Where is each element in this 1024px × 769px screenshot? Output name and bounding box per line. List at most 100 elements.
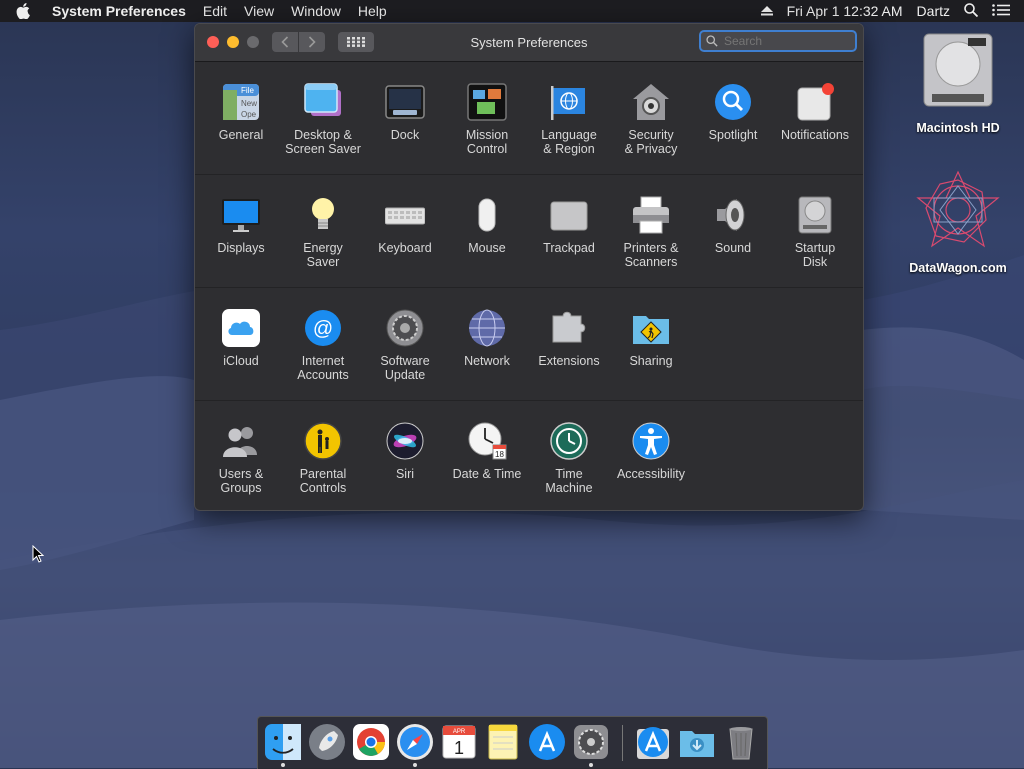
pref-trackpad[interactable]: Trackpad	[528, 195, 610, 255]
hard-drive-icon	[923, 33, 993, 107]
pref-icloud[interactable]: iCloud	[200, 308, 282, 368]
prefs-section-personal: File New Ope General Desktop & Screen Sa…	[195, 62, 863, 175]
prefs-section-internet: iCloud @ Internet Accounts Software Upda…	[195, 288, 863, 401]
desktop-icon-macintosh-hd[interactable]: Macintosh HD	[903, 32, 1013, 135]
desktop-icon	[304, 83, 341, 116]
dock-safari[interactable]	[396, 723, 434, 767]
svg-text:1: 1	[454, 738, 464, 758]
pref-language-region[interactable]: Language & Region	[528, 82, 610, 156]
general-icon: File New Ope	[223, 84, 259, 120]
pref-parental-controls[interactable]: Parental Controls	[282, 421, 364, 495]
desktop-icon-datawagon[interactable]: DataWagon.com	[903, 168, 1013, 275]
cloud-icon	[222, 309, 260, 347]
dock-trash[interactable]	[722, 723, 760, 761]
house-lock-icon	[633, 84, 669, 120]
menu-window[interactable]: Window	[291, 3, 341, 19]
pref-spotlight[interactable]: Spotlight	[692, 82, 774, 142]
folder-sign-icon	[633, 316, 669, 344]
parent-child-icon	[304, 422, 342, 460]
search-field[interactable]	[699, 30, 857, 52]
apple-menu-icon[interactable]	[16, 3, 38, 19]
pref-sound[interactable]: Sound	[692, 195, 774, 255]
pref-energy-saver[interactable]: Energy Saver	[282, 195, 364, 269]
notes-icon	[488, 724, 518, 760]
menu-user[interactable]: Dartz	[917, 3, 950, 19]
eject-icon[interactable]	[760, 3, 773, 19]
svg-text:18: 18	[495, 450, 504, 459]
pref-general[interactable]: File New Ope General	[200, 82, 282, 142]
siri-icon	[386, 422, 424, 460]
menu-bar: System Preferences Edit View Window Help…	[0, 0, 1024, 22]
prefs-section-system: Users & Groups Parental Controls Siri 18…	[195, 401, 863, 510]
pref-users-groups[interactable]: Users & Groups	[200, 421, 282, 495]
pref-date-time[interactable]: 18 Date & Time	[446, 421, 528, 481]
pref-printers-scanners[interactable]: Printers & Scanners	[610, 195, 692, 269]
dock-system-preferences[interactable]	[572, 723, 610, 767]
pref-software-update[interactable]: Software Update	[364, 308, 446, 382]
menu-clock[interactable]: Fri Apr 1 12:32 AM	[787, 3, 903, 19]
window-titlebar[interactable]: System Preferences	[195, 24, 863, 62]
downloads-folder-icon	[680, 731, 714, 757]
finder-icon	[265, 724, 301, 760]
pref-accessibility[interactable]: Accessibility	[610, 421, 692, 481]
pref-time-machine[interactable]: Time Machine	[528, 421, 610, 495]
pref-mission-control[interactable]: Mission Control	[446, 82, 528, 156]
menu-edit[interactable]: Edit	[203, 3, 227, 19]
svg-text:Ope: Ope	[241, 110, 257, 119]
gear-icon	[574, 725, 608, 759]
dock-chrome[interactable]	[352, 723, 390, 761]
menu-view[interactable]: View	[244, 3, 274, 19]
rocket-icon	[309, 724, 345, 760]
spotlight-search-icon[interactable]	[964, 2, 979, 20]
dock-separator	[622, 725, 623, 761]
dock-app-store-folder[interactable]	[634, 723, 672, 761]
pref-internet-accounts[interactable]: @ Internet Accounts	[282, 308, 364, 382]
pref-security-privacy[interactable]: Security & Privacy	[610, 82, 692, 156]
dock: APR 1	[257, 716, 768, 769]
notification-center-icon[interactable]	[992, 3, 1010, 19]
globe-icon	[469, 309, 505, 347]
pref-sharing[interactable]: Sharing	[610, 308, 692, 368]
printer-icon	[633, 196, 669, 234]
menu-app-name[interactable]: System Preferences	[52, 3, 186, 19]
svg-text:APR: APR	[453, 729, 466, 735]
puzzle-icon	[552, 311, 586, 343]
svg-text:@: @	[313, 318, 333, 340]
star-pattern-icon	[916, 170, 1000, 248]
system-preferences-window: System Preferences File New Ope General	[194, 23, 864, 511]
flag-globe-icon	[551, 86, 585, 120]
pref-desktop-screen-saver[interactable]: Desktop & Screen Saver	[282, 82, 364, 156]
svg-text:File: File	[241, 86, 254, 95]
mouse-cursor-icon	[32, 545, 44, 563]
dock-downloads[interactable]	[678, 723, 716, 761]
dock-launchpad[interactable]	[308, 723, 346, 761]
accessibility-icon	[632, 422, 670, 460]
gear-icon	[386, 309, 424, 347]
pref-displays[interactable]: Displays	[200, 195, 282, 255]
pref-siri[interactable]: Siri	[364, 421, 446, 481]
chrome-icon	[353, 724, 389, 760]
pref-notifications[interactable]: Notifications	[774, 82, 856, 142]
search-icon	[706, 35, 718, 47]
users-icon	[223, 427, 257, 457]
menu-help[interactable]: Help	[358, 3, 387, 19]
pref-dock[interactable]: Dock	[364, 82, 446, 142]
pref-network[interactable]: Network	[446, 308, 528, 368]
speaker-icon	[717, 199, 745, 231]
pref-keyboard[interactable]: Keyboard	[364, 195, 446, 255]
mouse-icon	[478, 198, 496, 232]
dock-notes[interactable]	[484, 723, 522, 761]
clock-calendar-icon: 18	[468, 422, 507, 460]
svg-text:New: New	[241, 99, 257, 108]
dock-finder[interactable]	[264, 723, 302, 767]
search-input[interactable]	[722, 33, 846, 49]
pref-mouse[interactable]: Mouse	[446, 195, 528, 255]
compass-icon	[397, 724, 433, 760]
pref-startup-disk[interactable]: Startup Disk	[774, 195, 856, 269]
dock-calendar[interactable]: APR 1	[440, 723, 478, 761]
prefs-section-hardware: Displays Energy Saver Keyboard Mouse Tra…	[195, 175, 863, 288]
pref-extensions[interactable]: Extensions	[528, 308, 610, 368]
at-sign-icon: @	[305, 310, 341, 346]
dock-app-store[interactable]	[528, 723, 566, 761]
magnifier-icon	[715, 84, 751, 120]
